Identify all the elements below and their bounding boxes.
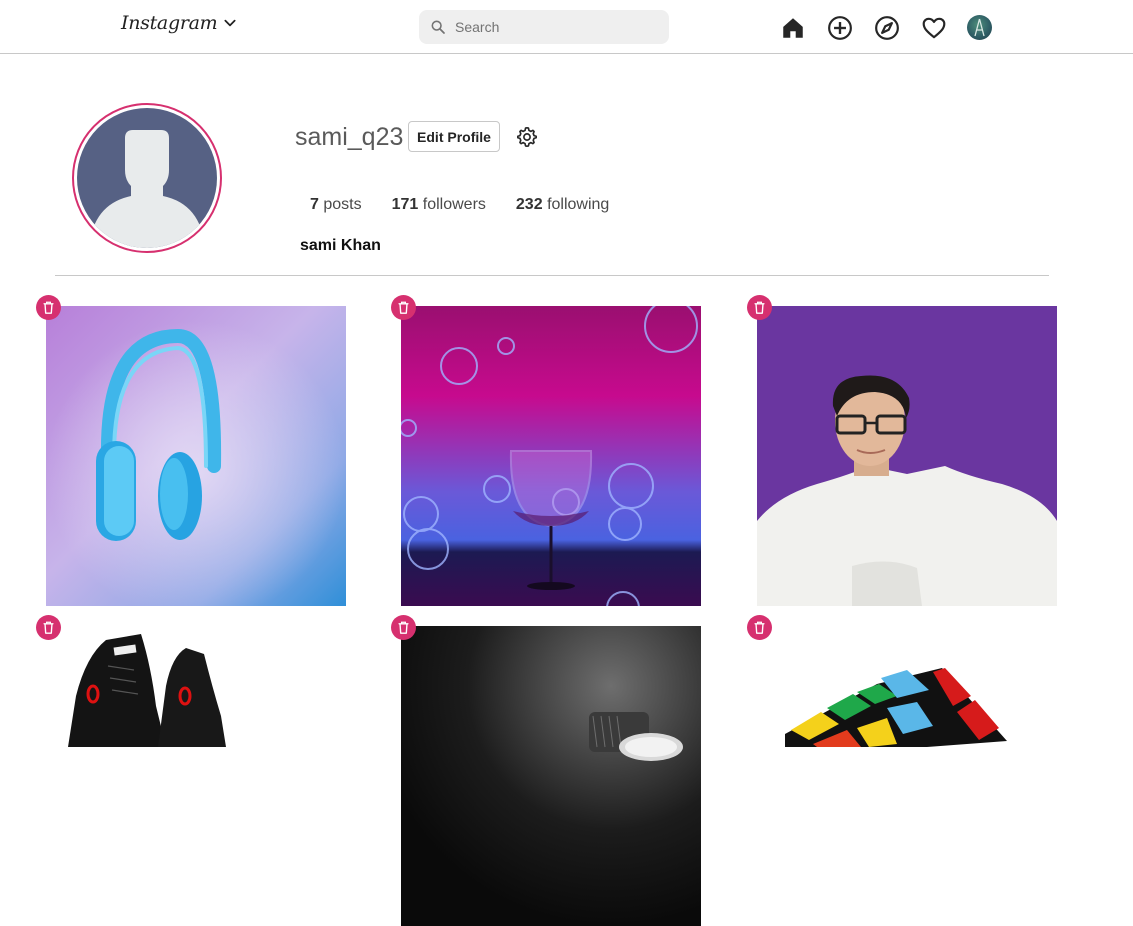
brand-switcher[interactable]: Instagram	[121, 12, 237, 34]
delete-post-button[interactable]	[391, 295, 416, 320]
post-tile[interactable]	[757, 626, 1057, 926]
trash-icon	[754, 301, 765, 314]
post-image-sneakers	[46, 626, 346, 926]
profile-picture[interactable]	[72, 103, 222, 253]
profile-full-name: sami Khan	[300, 237, 381, 254]
trash-icon	[43, 301, 54, 314]
profile-stats: 7 posts 171 followers 232 following	[310, 196, 639, 214]
post-image-headphones	[46, 306, 346, 606]
edit-profile-button[interactable]: Edit Profile	[408, 121, 500, 152]
post-tile[interactable]	[757, 306, 1057, 606]
home-icon[interactable]	[780, 15, 806, 41]
delete-post-button[interactable]	[747, 295, 772, 320]
post-tile[interactable]	[46, 626, 346, 926]
followers-count[interactable]: 171 followers	[392, 196, 486, 214]
delete-post-button[interactable]	[36, 615, 61, 640]
post-tile[interactable]	[46, 306, 346, 606]
default-avatar-icon	[77, 108, 217, 248]
search-icon	[431, 20, 445, 34]
delete-post-button[interactable]	[36, 295, 61, 320]
instagram-logo: Instagram	[121, 12, 218, 34]
delete-post-button[interactable]	[747, 615, 772, 640]
following-count[interactable]: 232 following	[516, 196, 609, 214]
profile-username: sami_q23	[295, 123, 404, 151]
post-tile[interactable]	[401, 306, 701, 606]
post-tile[interactable]	[401, 626, 701, 926]
trash-icon	[43, 621, 54, 634]
trash-icon	[398, 621, 409, 634]
chevron-down-icon	[224, 19, 236, 27]
new-post-icon[interactable]	[827, 15, 853, 41]
search-input[interactable]	[453, 18, 657, 36]
trash-icon	[754, 621, 765, 634]
post-image-rubiks-cube	[757, 626, 1057, 926]
profile-divider	[55, 275, 1049, 276]
delete-post-button[interactable]	[391, 615, 416, 640]
post-image-watch	[401, 626, 701, 926]
search-box[interactable]	[419, 10, 669, 44]
top-navigation-bar: Instagram	[0, 0, 1133, 54]
settings-gear-icon[interactable]	[516, 126, 538, 148]
trash-icon	[398, 301, 409, 314]
post-image-wine-glass	[401, 306, 701, 606]
activity-heart-icon[interactable]	[921, 15, 947, 41]
profile-avatar[interactable]	[967, 15, 992, 40]
explore-icon[interactable]	[874, 15, 900, 41]
post-image-portrait	[757, 306, 1057, 606]
posts-count: 7 posts	[310, 196, 362, 213]
